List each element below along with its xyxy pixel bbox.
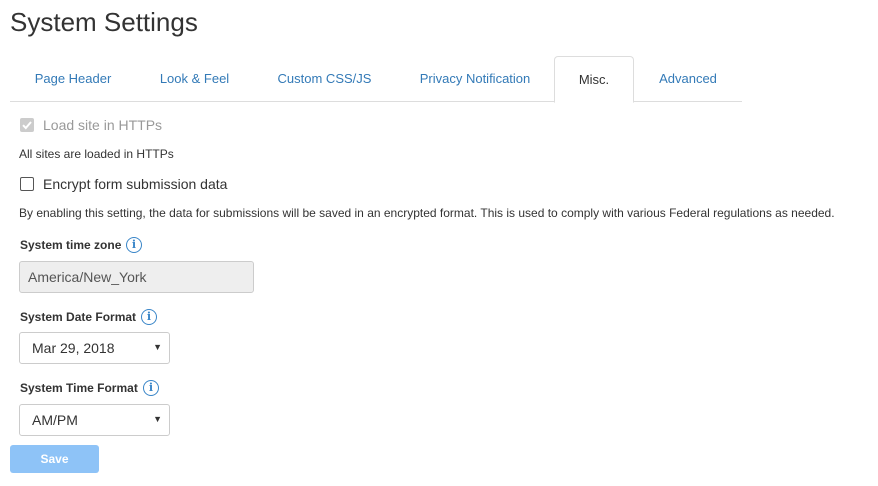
- save-button[interactable]: Save: [10, 445, 99, 473]
- tab-page-header[interactable]: Page Header: [10, 56, 136, 102]
- date-format-value: Mar 29, 2018: [32, 340, 115, 356]
- time-format-select[interactable]: AM/PM ▼: [19, 404, 170, 436]
- timezone-value: America/New_York: [28, 269, 147, 285]
- settings-tabs: Page Header Look & Feel Custom CSS/JS Pr…: [10, 56, 742, 103]
- encrypt-checkbox[interactable]: [20, 177, 34, 191]
- time-format-value: AM/PM: [32, 412, 78, 428]
- timezone-field: America/New_York: [19, 261, 254, 293]
- date-format-label: System Date Format: [20, 310, 137, 324]
- timezone-label: System time zone: [20, 238, 122, 252]
- info-icon[interactable]: i: [126, 237, 142, 253]
- tab-advanced[interactable]: Advanced: [634, 56, 742, 102]
- https-label: Load site in HTTPs: [43, 117, 163, 133]
- info-icon[interactable]: i: [141, 309, 157, 325]
- info-icon[interactable]: i: [143, 380, 159, 396]
- page-title: System Settings: [10, 7, 198, 37]
- tab-custom-css-js[interactable]: Custom CSS/JS: [253, 56, 396, 102]
- caret-down-icon: ▼: [153, 414, 162, 424]
- time-format-label: System Time Format: [20, 381, 138, 395]
- tab-privacy-notification[interactable]: Privacy Notification: [396, 56, 554, 102]
- https-checkbox[interactable]: [20, 118, 34, 132]
- https-note: All sites are loaded in HTTPs: [19, 147, 174, 161]
- tab-misc[interactable]: Misc.: [554, 56, 634, 103]
- date-format-select[interactable]: Mar 29, 2018 ▼: [19, 332, 170, 364]
- caret-down-icon: ▼: [153, 342, 162, 352]
- encrypt-label: Encrypt form submission data: [43, 176, 228, 192]
- tab-look-and-feel[interactable]: Look & Feel: [136, 56, 253, 102]
- encrypt-note: By enabling this setting, the data for s…: [19, 206, 835, 220]
- check-icon: [22, 121, 32, 130]
